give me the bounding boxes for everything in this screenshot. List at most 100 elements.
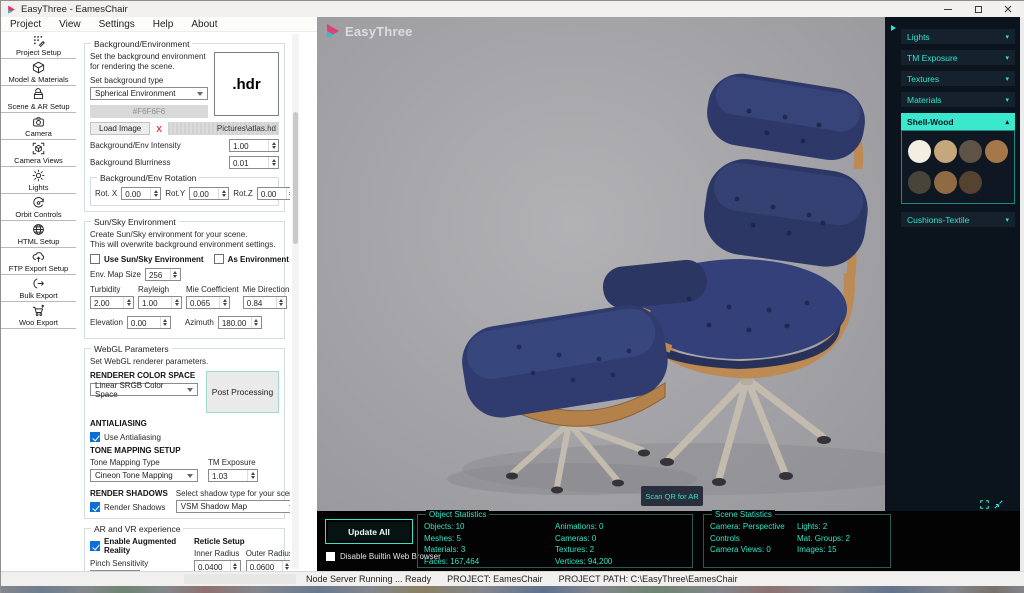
- accordion-textures[interactable]: Textures ▾: [901, 71, 1015, 86]
- as-env-map-checkbox[interactable]: [213, 254, 224, 264]
- wood-swatch[interactable]: [908, 140, 932, 163]
- sidebar-item-bulk-export[interactable]: Bulk Export: [1, 275, 76, 302]
- enable-ar-checkbox[interactable]: [90, 541, 100, 551]
- chevron-down-icon: ▾: [1005, 54, 1009, 62]
- sidebar-item-camera[interactable]: Camera: [1, 113, 76, 140]
- chevron-up-icon: ▴: [1005, 118, 1009, 126]
- env-map-size-spinner[interactable]: 256: [144, 268, 181, 281]
- wood-swatch[interactable]: [933, 171, 957, 194]
- panel-collapse-icon[interactable]: [891, 25, 896, 31]
- sidebar-item-orbit-controls[interactable]: Orbit Controls: [1, 194, 76, 221]
- tm-exposure-spinner[interactable]: 1.03: [208, 469, 258, 482]
- viewport-canvas[interactable]: EasyThree Scan QR for AR: [317, 17, 885, 511]
- accordion-cushions-textile[interactable]: Cushions-Textile ▾: [901, 212, 1015, 227]
- spinner-arrows[interactable]: [250, 317, 261, 328]
- status-server: Node Server Running ... Ready: [306, 574, 432, 584]
- shadow-type-select[interactable]: VSM Shadow Map: [175, 500, 290, 513]
- stat-animations: Animations: 0: [555, 522, 604, 531]
- rot-x-spinner[interactable]: 0.00: [121, 187, 162, 200]
- use-sunsky-checkbox[interactable]: [90, 254, 100, 264]
- background-type-select[interactable]: Spherical Environment: [90, 87, 208, 100]
- group-ar-vr: AR and VR experience Enable Augmented Re…: [84, 524, 290, 571]
- rot-y-spinner[interactable]: 0.00: [189, 187, 230, 200]
- accordion-shell-wood[interactable]: Shell-Wood ▴: [901, 113, 1015, 130]
- clear-image-button[interactable]: X: [154, 124, 164, 134]
- accordion-lights[interactable]: Lights ▾: [901, 29, 1015, 44]
- sidebar-item-html-setup[interactable]: HTML Setup: [1, 221, 76, 248]
- spinner-arrows[interactable]: [123, 297, 133, 308]
- post-processing-button[interactable]: Post Processing: [206, 371, 279, 413]
- update-all-button[interactable]: Update All: [325, 519, 413, 544]
- wood-swatch[interactable]: [908, 171, 932, 194]
- scan-qr-button[interactable]: Scan QR for AR: [641, 486, 703, 506]
- maximize-button[interactable]: [963, 1, 993, 17]
- menu-item-help[interactable]: Help: [144, 19, 183, 30]
- spinner-arrows[interactable]: [229, 561, 240, 571]
- spinner-arrows[interactable]: [169, 269, 180, 280]
- menu-item-about[interactable]: About: [182, 19, 226, 30]
- load-image-button[interactable]: Load Image: [90, 122, 151, 135]
- inner-radius-spinner[interactable]: 0.0400: [194, 560, 241, 571]
- spinner-arrows[interactable]: [150, 188, 160, 199]
- spinner-arrows[interactable]: [268, 157, 278, 168]
- sidebar-item-scene-ar-setup[interactable]: Scene & AR Setup: [1, 86, 76, 113]
- spinner-arrows[interactable]: [219, 297, 229, 308]
- mie-directionalg-spinner[interactable]: 0.84: [242, 296, 287, 309]
- spinner-arrows[interactable]: [275, 297, 286, 308]
- spinner-arrows[interactable]: [159, 317, 170, 328]
- scrollbar-thumb[interactable]: [293, 112, 298, 244]
- image-path-field[interactable]: Pictures\atlas.hd: [167, 122, 279, 135]
- fullscreen-icon[interactable]: [980, 500, 989, 509]
- sidebar-item-lights[interactable]: Lights: [1, 167, 76, 194]
- menu-item-settings[interactable]: Settings: [90, 19, 144, 30]
- wood-swatch[interactable]: [959, 140, 983, 163]
- blurriness-spinner[interactable]: 0.01: [229, 156, 279, 169]
- turbidity-spinner[interactable]: 2.00: [90, 296, 134, 309]
- mie-coefficient-spinner[interactable]: 0.065: [186, 296, 230, 309]
- wood-swatch[interactable]: [984, 140, 1008, 163]
- azimuth-spinner[interactable]: 180.00: [217, 316, 262, 329]
- colorspace-select[interactable]: Linear SRGB Color Space: [90, 381, 198, 399]
- chevron-down-icon: ▾: [1005, 216, 1009, 224]
- elevation-spinner[interactable]: 0.00: [126, 316, 171, 329]
- spinner-arrows[interactable]: [247, 470, 257, 481]
- settings-scrollbar[interactable]: [292, 34, 299, 569]
- tone-mapping-select[interactable]: Cineon Tone Mapping: [90, 469, 198, 482]
- expand-icon[interactable]: [994, 500, 1003, 509]
- spinner-arrows[interactable]: [268, 140, 278, 151]
- rot-z-spinner[interactable]: 0.00: [256, 187, 290, 200]
- disable-browser-checkbox[interactable]: [326, 552, 335, 561]
- sidebar-item-ftp-export-setup[interactable]: FTP Export Setup: [1, 248, 76, 275]
- spinner-arrows[interactable]: [285, 188, 290, 199]
- app-window: EasyThree - EamesChair Project View Sett…: [0, 0, 1024, 593]
- close-button[interactable]: [993, 1, 1023, 17]
- spinner-arrows[interactable]: [281, 561, 290, 571]
- sidebar-item-camera-views[interactable]: Camera Views: [1, 140, 76, 167]
- render-shadows-checkbox[interactable]: [90, 502, 100, 512]
- taskbar-sliver: [1, 586, 1024, 593]
- intensity-spinner[interactable]: 1.00: [229, 139, 279, 152]
- accordion-tm-exposure[interactable]: TM Exposure ▾: [901, 50, 1015, 65]
- menu-item-view[interactable]: View: [50, 19, 90, 30]
- accordion-materials[interactable]: Materials ▾: [901, 92, 1015, 107]
- sidebar-item-model-materials[interactable]: Model & Materials: [1, 59, 76, 86]
- menu-item-project[interactable]: Project: [1, 19, 50, 30]
- panel-corner-tools: [980, 500, 1003, 509]
- wood-swatch-grid: [901, 130, 1015, 204]
- viewport-logo-text: EasyThree: [345, 23, 413, 39]
- status-project: PROJECT: EamesChair: [447, 574, 543, 584]
- outer-radius-spinner[interactable]: 0.0600: [245, 560, 290, 571]
- use-antialiasing-checkbox[interactable]: [90, 432, 100, 442]
- wood-swatch[interactable]: [933, 140, 957, 163]
- spinner-arrows[interactable]: [171, 297, 181, 308]
- spinner-arrows[interactable]: [218, 188, 228, 199]
- minimize-button[interactable]: [933, 1, 963, 17]
- stat-controls: Controls: [710, 533, 740, 543]
- wood-swatch[interactable]: [959, 171, 983, 194]
- sidebar-item-woo-export[interactable]: Woo Export: [1, 302, 76, 329]
- group-legend: Background/Env Rotation: [97, 173, 200, 183]
- background-color-button[interactable]: #F6F6F6: [90, 105, 208, 118]
- statusbar-panel: [184, 574, 296, 584]
- sidebar-item-project-setup[interactable]: Project Setup: [1, 32, 76, 59]
- rayleigh-spinner[interactable]: 1.00: [138, 296, 182, 309]
